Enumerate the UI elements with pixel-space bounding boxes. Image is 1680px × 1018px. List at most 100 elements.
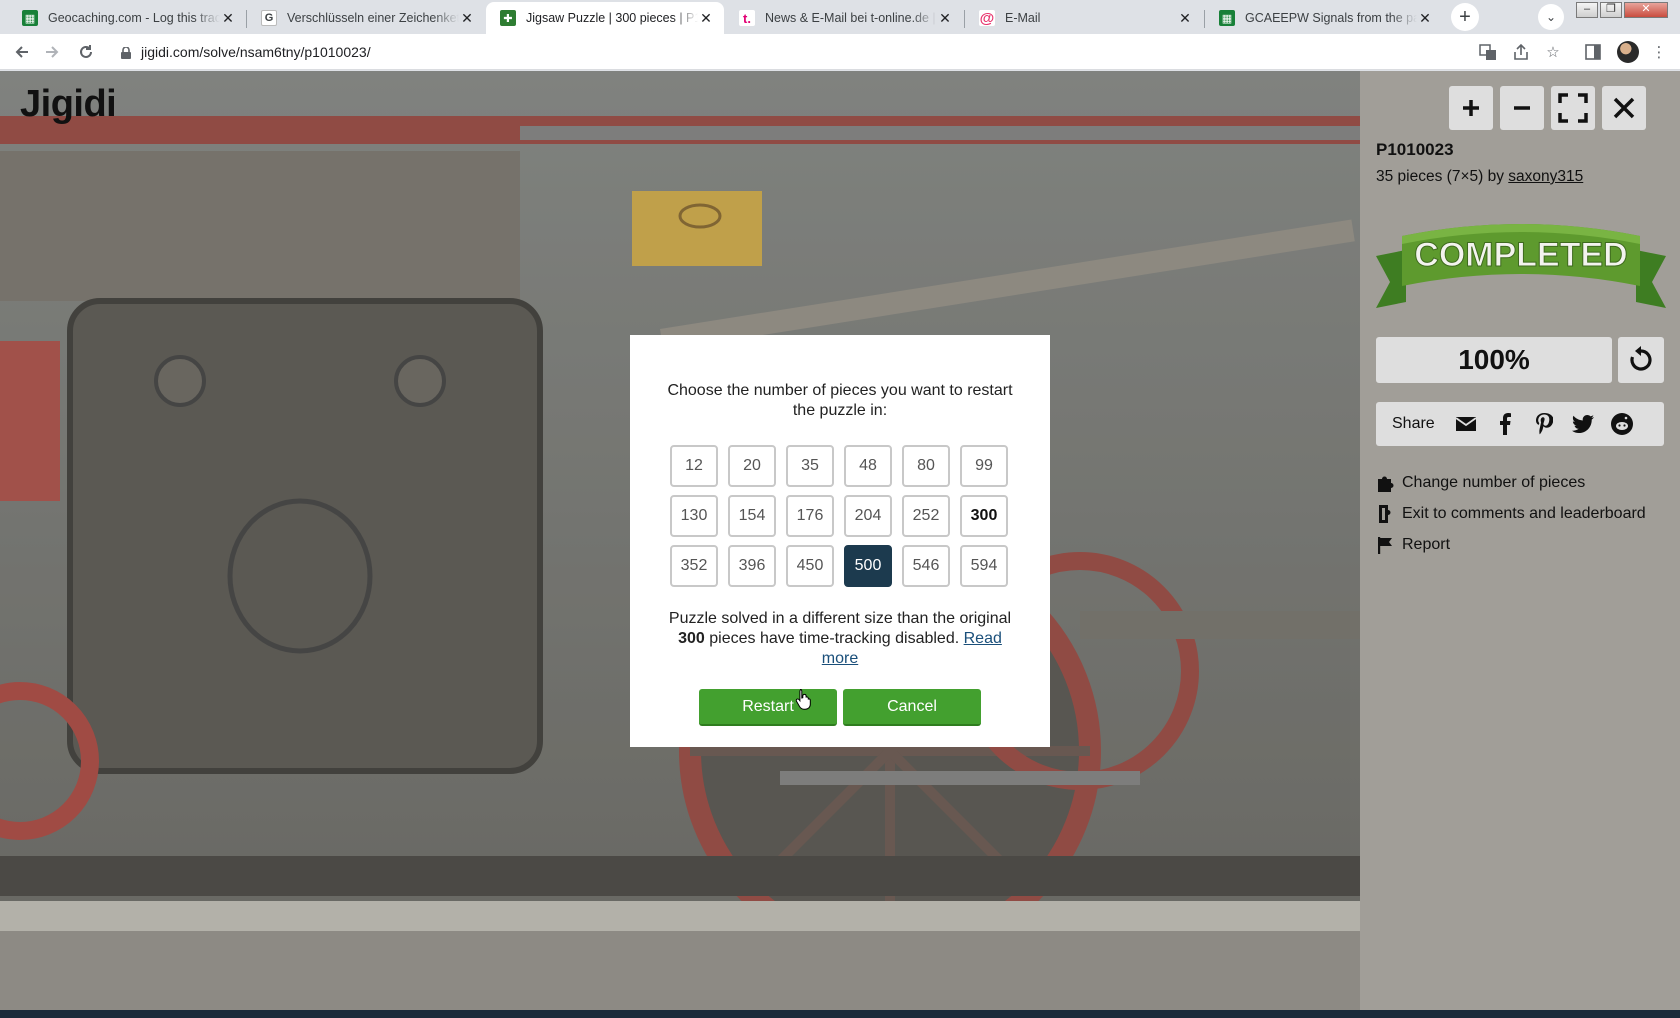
close-icon <box>1613 97 1635 119</box>
note-original-count: 300 <box>678 630 705 647</box>
zoom-in-button[interactable] <box>1449 86 1493 130</box>
minus-icon <box>1514 106 1530 110</box>
close-window-button[interactable]: ✕ <box>1624 2 1668 18</box>
plus-icon <box>1463 100 1479 116</box>
tab-email[interactable]: @ E-Mail ✕ <box>965 2 1203 34</box>
os-taskbar <box>0 1010 1680 1018</box>
side-panel-icon[interactable] <box>1583 42 1603 62</box>
tab-title: Verschlüsseln einer Zeichenkette <box>287 11 459 25</box>
reddit-icon[interactable] <box>1610 413 1633 435</box>
email-icon[interactable] <box>1455 413 1477 435</box>
facebook-icon[interactable] <box>1494 413 1516 435</box>
piece-option[interactable]: 396 <box>728 545 776 587</box>
maximize-window-button[interactable]: ❐ <box>1600 2 1622 18</box>
tab-jigsaw-puzzle[interactable]: ✚ Jigsaw Puzzle | 300 pieces | P1010023 … <box>486 2 724 34</box>
time-tracking-note: Puzzle solved in a different size than t… <box>664 609 1016 669</box>
close-tab-icon[interactable]: ✕ <box>459 10 475 27</box>
piece-option[interactable]: 12 <box>670 445 718 487</box>
jigidi-logo[interactable]: Jigidi <box>20 83 117 126</box>
menu-label: Report <box>1402 535 1451 553</box>
piece-option-original[interactable]: 300 <box>960 495 1008 537</box>
fullscreen-button[interactable] <box>1551 86 1595 130</box>
sheet-favicon-icon: ▦ <box>1219 10 1235 26</box>
tab-gcaeepw[interactable]: ▦ GCAEEPW Signals from the past ✕ <box>1205 2 1443 34</box>
zoom-out-button[interactable] <box>1500 86 1544 130</box>
jigidi-favicon-icon: ✚ <box>500 10 516 26</box>
close-tab-icon[interactable]: ✕ <box>1417 10 1433 27</box>
tab-title: News & E-Mail bei t-online.de | Politik <box>765 11 937 25</box>
piece-option-selected[interactable]: 500 <box>844 545 892 587</box>
reload-button[interactable] <box>74 40 98 64</box>
fullscreen-icon <box>1558 93 1588 123</box>
tab-t-online[interactable]: t. News & E-Mail bei t-online.de | Polit… <box>725 2 963 34</box>
new-tab-button[interactable]: + <box>1451 3 1479 31</box>
exit-to-comments-link[interactable]: Exit to comments and leaderboard <box>1376 498 1646 529</box>
profile-avatar[interactable] <box>1617 41 1639 63</box>
restart-button[interactable]: Restart <box>699 689 837 726</box>
restart-puzzle-button[interactable] <box>1618 337 1664 383</box>
exit-icon <box>1376 504 1398 524</box>
completed-badge-text: COMPLETED <box>1414 236 1627 274</box>
restart-dialog: Choose the number of pieces you want to … <box>630 335 1050 747</box>
piece-option[interactable]: 352 <box>670 545 718 587</box>
menu-label: Change number of pieces <box>1402 473 1586 491</box>
puzzle-title: P1010023 <box>1376 140 1454 159</box>
piece-option[interactable]: 594 <box>960 545 1008 587</box>
piece-option[interactable]: 130 <box>670 495 718 537</box>
close-puzzle-button[interactable] <box>1602 86 1646 130</box>
pieces-count-text: 35 pieces (7×5) by <box>1376 168 1504 185</box>
piece-option[interactable]: 80 <box>902 445 950 487</box>
close-tab-icon[interactable]: ✕ <box>937 10 953 27</box>
lock-icon[interactable] <box>121 46 131 59</box>
piece-option[interactable]: 546 <box>902 545 950 587</box>
url-field[interactable]: jigidi.com/solve/nsam6tny/p1010023/ <box>141 44 371 60</box>
piece-option[interactable]: 35 <box>786 445 834 487</box>
tab-title: GCAEEPW Signals from the past <box>1245 11 1417 25</box>
twitter-icon[interactable] <box>1571 413 1594 435</box>
tab-search-button[interactable]: ⌄ <box>1538 4 1564 30</box>
piece-option[interactable]: 176 <box>786 495 834 537</box>
piece-option[interactable]: 450 <box>786 545 834 587</box>
reset-icon <box>1630 346 1652 371</box>
note-text: pieces have time-tracking disabled. <box>709 630 960 647</box>
back-button[interactable] <box>10 40 34 64</box>
flag-icon <box>1376 535 1398 555</box>
close-tab-icon[interactable]: ✕ <box>220 10 236 27</box>
cancel-button[interactable]: Cancel <box>843 689 981 726</box>
piece-option[interactable]: 252 <box>902 495 950 537</box>
share-label: Share <box>1392 415 1435 432</box>
piece-option[interactable]: 154 <box>728 495 776 537</box>
share-bar: Share <box>1376 402 1664 446</box>
tab-geocaching[interactable]: ▦ Geocaching.com - Log this trackable ✕ <box>8 2 246 34</box>
pinterest-icon[interactable] <box>1533 413 1555 435</box>
forward-button[interactable] <box>40 40 64 64</box>
close-tab-icon[interactable]: ✕ <box>698 10 714 27</box>
dialog-prompt: Choose the number of pieces you want to … <box>667 382 1013 419</box>
piece-option[interactable]: 48 <box>844 445 892 487</box>
tab-title: Geocaching.com - Log this trackable <box>48 11 220 25</box>
browser-menu-icon[interactable]: ⋮ <box>1649 42 1669 62</box>
minimize-window-button[interactable]: – <box>1576 2 1598 18</box>
report-link[interactable]: Report <box>1376 529 1646 560</box>
browser-toolbar: jigidi.com/solve/nsam6tny/p1010023/ ☆ ⋮ <box>0 34 1680 70</box>
close-tab-icon[interactable]: ✕ <box>1177 10 1193 27</box>
sidebar-menu: Change number of pieces Exit to comments… <box>1376 467 1646 560</box>
share-page-icon[interactable] <box>1511 42 1531 62</box>
piece-count-grid: 12 20 35 48 80 99 130 154 176 204 252 30… <box>670 445 1010 587</box>
change-pieces-link[interactable]: Change number of pieces <box>1376 467 1646 498</box>
translate-icon[interactable] <box>1478 42 1498 62</box>
bookmark-star-icon[interactable]: ☆ <box>1543 42 1563 62</box>
piece-option[interactable]: 20 <box>728 445 776 487</box>
progress-display: 100% <box>1376 337 1612 383</box>
tab-title: Jigsaw Puzzle | 300 pieces | P1010023 <box>526 11 698 25</box>
author-link[interactable]: saxony315 <box>1508 168 1583 185</box>
piece-option[interactable]: 204 <box>844 495 892 537</box>
tab-verschluesseln[interactable]: G Verschlüsseln einer Zeichenkette ✕ <box>247 2 485 34</box>
tab-title: E-Mail <box>1005 11 1041 25</box>
puzzle-info: 35 pieces (7×5) by saxony315 <box>1376 168 1583 186</box>
g-favicon-icon: G <box>261 10 277 26</box>
t-online-favicon-icon: t. <box>739 10 755 26</box>
at-favicon-icon: @ <box>979 9 995 27</box>
piece-option[interactable]: 99 <box>960 445 1008 487</box>
menu-label: Exit to comments and leaderboard <box>1402 504 1646 522</box>
